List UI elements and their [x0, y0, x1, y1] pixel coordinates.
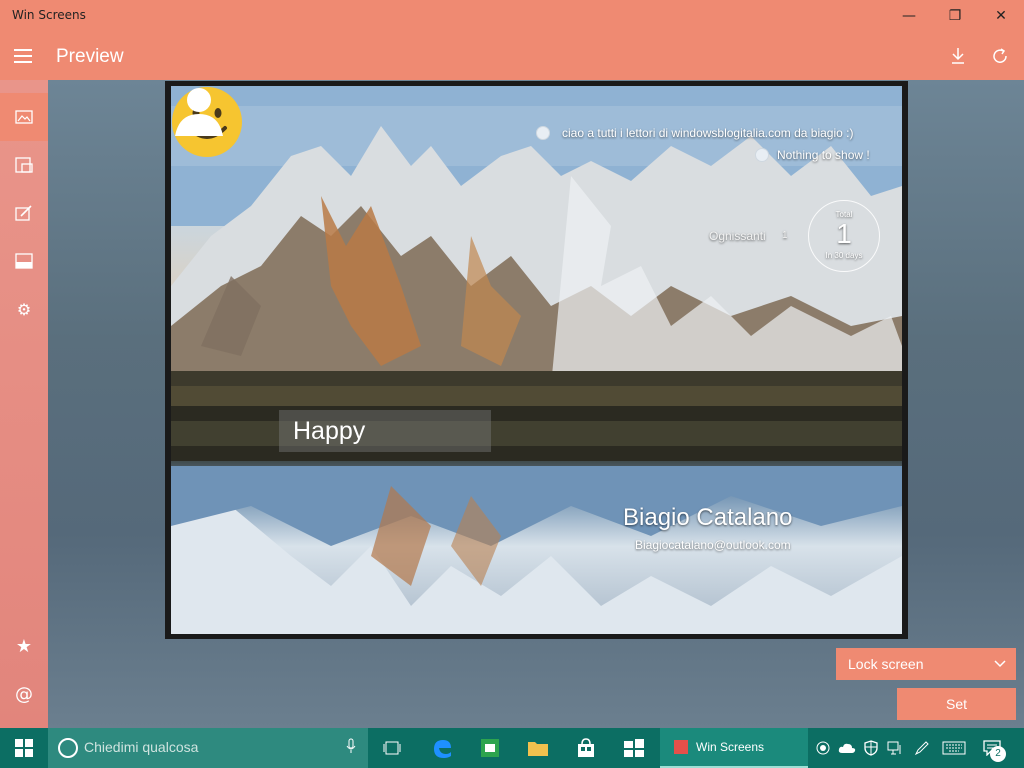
page-title: Preview: [56, 46, 124, 67]
nav-favorites-button[interactable]: ★: [0, 622, 48, 670]
calendar-event-name: Ognissanti: [709, 229, 766, 243]
chevron-down-icon: [994, 648, 1006, 692]
mood-label: Happy: [279, 410, 491, 452]
search-placeholder: Chiedimi qualcosa: [84, 739, 199, 755]
calendar-total-value: 1: [836, 218, 852, 249]
close-icon: ✕: [995, 8, 1007, 24]
star-icon: ★: [15, 635, 33, 657]
calendar-total-circle: Total 1 In 30 days: [808, 200, 880, 272]
screen-type-dropdown[interactable]: Lock screen: [836, 648, 1016, 680]
nav-layout-button[interactable]: [0, 141, 48, 189]
download-icon[interactable]: [946, 44, 970, 68]
record-icon[interactable]: [811, 728, 835, 768]
window-title: Win Screens: [12, 8, 86, 22]
minimize-icon: —: [902, 8, 916, 24]
user-email: Biagiocatalano@outlook.com: [635, 538, 791, 552]
tiles-app-icon[interactable]: [610, 728, 658, 768]
taskbar: Chiedimi qualcosa Win Screens: [0, 728, 1024, 768]
nav-edit-button[interactable]: [0, 189, 48, 237]
layout-icon: [15, 157, 33, 173]
notification-dot: [536, 126, 550, 140]
notification-text-2: Nothing to show !: [777, 148, 870, 162]
microphone-icon[interactable]: [346, 738, 356, 757]
at-icon: @: [15, 683, 33, 705]
side-navigation: ⚙ ★ @: [0, 80, 48, 728]
wallpaper: ciao a tutti i lettori di windowsblogita…: [171, 86, 902, 634]
win-screens-app-icon: [674, 740, 688, 754]
user-name: Biagio Catalano: [623, 504, 793, 531]
mountain-wallpaper: [171, 86, 902, 634]
start-button[interactable]: [0, 728, 48, 768]
windows-logo-icon: [15, 739, 33, 757]
calendar-event-count: 1: [782, 230, 788, 241]
notification-text-1: ciao a tutti i lettori di windowsblogita…: [562, 126, 854, 140]
maximize-button[interactable]: ❐: [932, 0, 978, 32]
dropdown-value: Lock screen: [848, 656, 924, 672]
edit-icon: [15, 205, 32, 221]
lockscreen-preview: ciao a tutti i lettori di windowsblogita…: [165, 81, 908, 639]
minimize-button[interactable]: —: [886, 0, 932, 32]
edge-browser-icon[interactable]: [418, 728, 466, 768]
maximize-icon: ❐: [948, 8, 962, 24]
calendar-range-label: In 30 days: [825, 251, 863, 260]
panel-icon: [15, 253, 33, 269]
refresh-icon[interactable]: [988, 44, 1012, 68]
nav-image-button[interactable]: [0, 93, 48, 141]
network-icon[interactable]: [883, 728, 907, 768]
store-app-icon[interactable]: [466, 728, 514, 768]
task-view-icon[interactable]: [368, 728, 416, 768]
set-button[interactable]: Set: [897, 688, 1016, 720]
nav-contact-button[interactable]: @: [0, 670, 48, 718]
pen-icon[interactable]: [910, 728, 934, 768]
close-button[interactable]: ✕: [978, 0, 1024, 32]
app-header: Preview: [0, 32, 1024, 80]
keyboard-icon[interactable]: [940, 728, 968, 768]
cloud-icon[interactable]: [835, 728, 859, 768]
avatar-icon: [175, 88, 223, 136]
hamburger-menu-icon[interactable]: [14, 49, 32, 63]
gear-icon: ⚙: [16, 299, 32, 319]
shield-icon[interactable]: [859, 728, 883, 768]
file-explorer-icon[interactable]: [514, 728, 562, 768]
taskbar-app-label: Win Screens: [696, 740, 765, 754]
nav-settings-button[interactable]: ⚙: [0, 285, 48, 333]
notification-count-badge: 2: [990, 746, 1006, 762]
shopping-bag-icon[interactable]: [562, 728, 610, 768]
search-box[interactable]: Chiedimi qualcosa: [48, 728, 368, 768]
title-bar: Win Screens — ❐ ✕: [0, 0, 1024, 32]
taskbar-app-win-screens[interactable]: Win Screens: [660, 728, 808, 768]
notification-dot: [755, 148, 769, 162]
cortana-icon: [58, 738, 78, 758]
nav-panel-button[interactable]: [0, 237, 48, 285]
image-icon: [15, 110, 33, 124]
